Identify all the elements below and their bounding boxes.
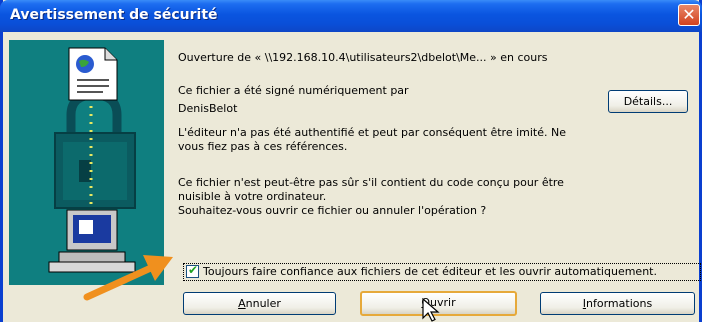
close-icon: ✕ (682, 5, 696, 24)
always-trust-label: Toujours faire confiance aux fichiers de… (203, 265, 657, 278)
security-warning-dialog: Avertissement de sécurité ✕ Ouverture de… (0, 0, 702, 322)
title-bar[interactable]: Avertissement de sécurité ✕ (0, 0, 702, 32)
mouse-cursor-icon (422, 298, 440, 322)
publisher-warning-line1: L'éditeur n'a pas été authentifié et peu… (178, 126, 566, 139)
danger-line1: Ce fichier n'est peut-être pas sûr s'il … (178, 176, 564, 189)
details-button[interactable]: Détails... (608, 90, 688, 113)
always-trust-option[interactable]: ✔ Toujours faire confiance aux fichiers … (183, 263, 701, 281)
opening-file-text: Ouverture de « \\192.168.10.4\utilisateu… (178, 51, 548, 64)
window-title: Avertissement de sécurité (10, 7, 218, 23)
padlock-icon (54, 90, 136, 209)
danger-line2: nuisible à votre ordinateur. (178, 190, 327, 203)
cancel-button[interactable]: Annuler (183, 292, 336, 315)
publisher-warning-line2: vous fiez pas à ces références. (178, 140, 348, 153)
informations-button[interactable]: Informations (540, 292, 695, 315)
close-button[interactable]: ✕ (678, 4, 700, 26)
details-label: Détails... (623, 95, 673, 108)
cancel-mnemonic: A (238, 297, 246, 310)
signed-by-text: Ce fichier a été signé numériquement par (178, 84, 409, 97)
info-label: nformations (586, 297, 653, 310)
document-icon (68, 47, 118, 101)
checkmark-icon: ✔ (188, 263, 199, 277)
danger-question: Souhaitez-vous ouvrir ce fichier ou annu… (178, 204, 487, 217)
always-trust-checkbox[interactable]: ✔ (186, 263, 199, 278)
signer-name: DenisBelot (178, 102, 238, 115)
cancel-label: nnuler (245, 297, 281, 310)
orange-arrow-icon (83, 255, 173, 301)
